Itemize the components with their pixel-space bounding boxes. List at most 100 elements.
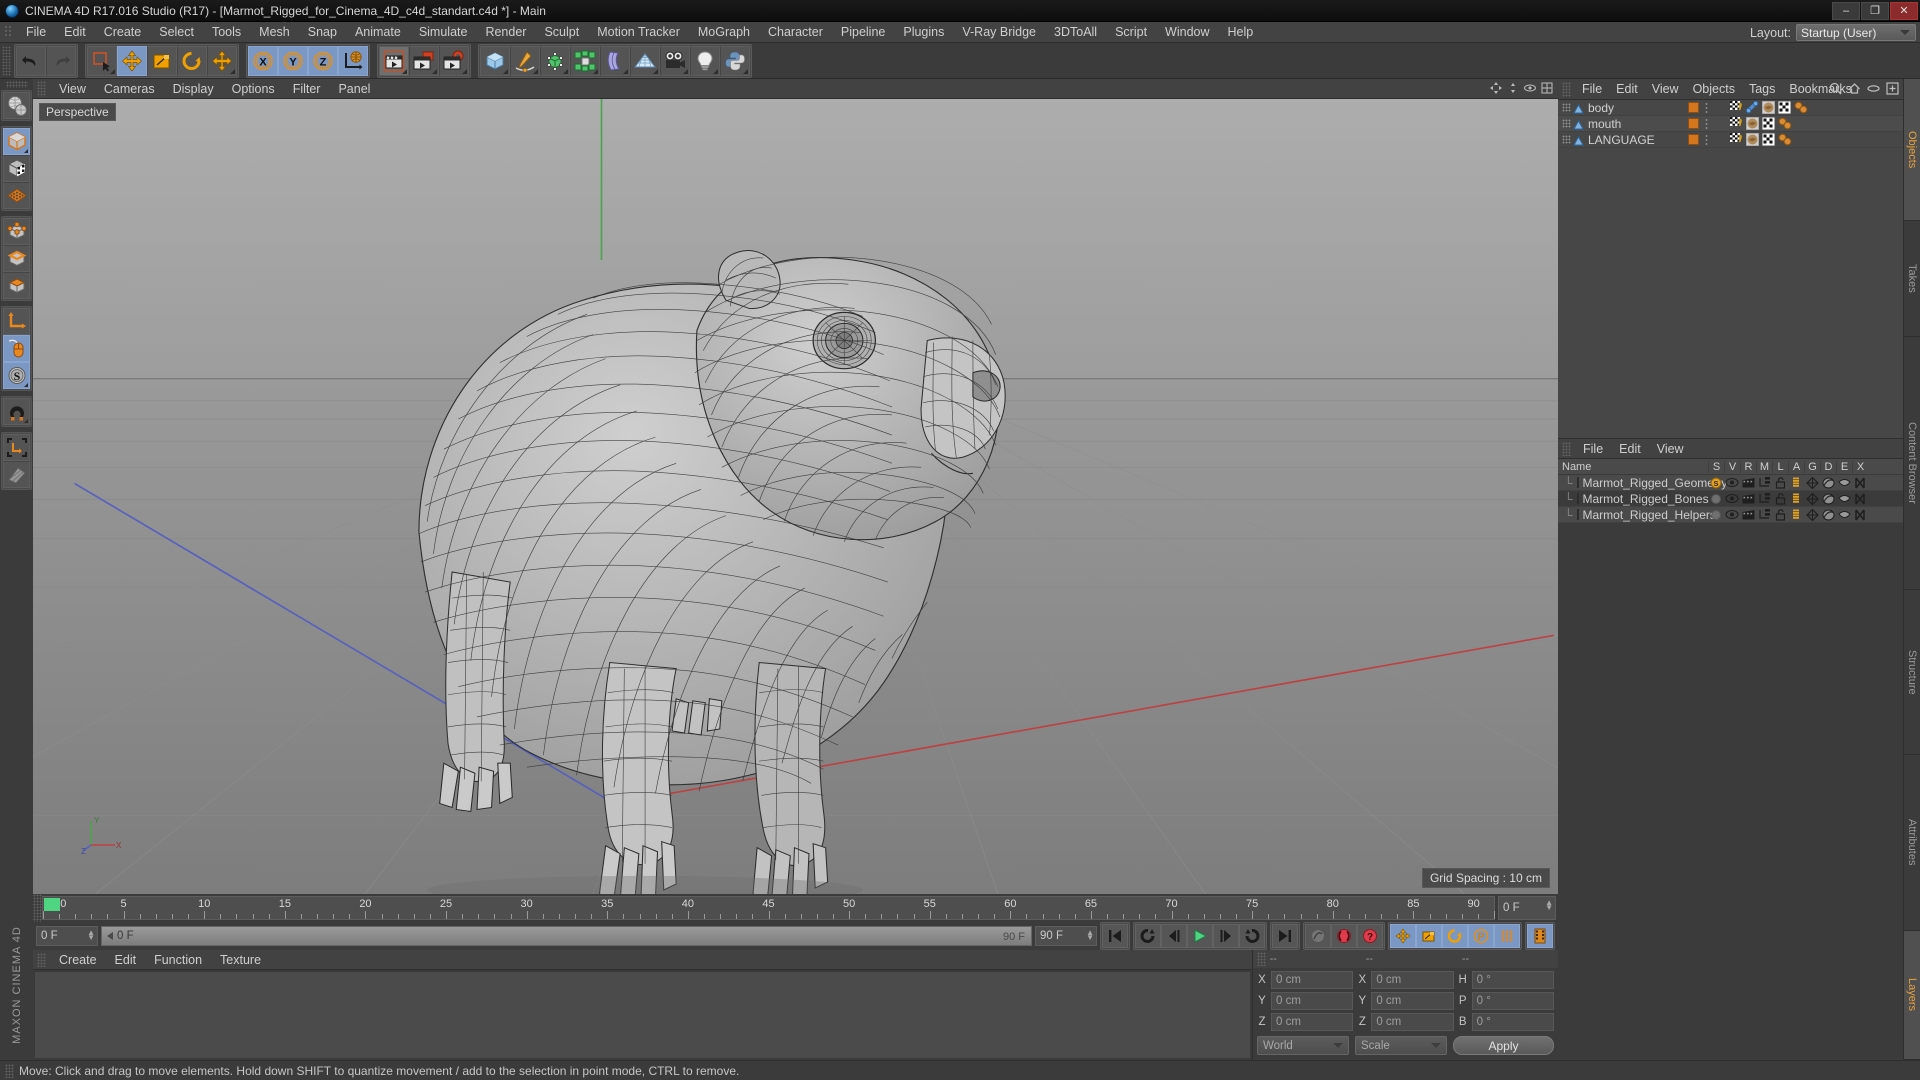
right-tab-takes[interactable]: Takes [1903,220,1920,338]
workplane-button[interactable] [3,182,30,209]
visibility-dots-icon[interactable] [1704,101,1709,114]
menu-simulate[interactable]: Simulate [410,22,477,43]
home-icon[interactable] [1848,82,1861,98]
layer-toggle-r[interactable] [1740,493,1756,504]
keyframe-selection-button[interactable]: ? [1357,924,1383,948]
layer-toggle-x[interactable] [1852,509,1868,521]
add-spline-button[interactable] [510,45,540,76]
layer-toggle-r[interactable] [1740,477,1756,488]
pos-z-input[interactable]: 0 cm [1271,1013,1354,1031]
stepper-icon[interactable]: ▲ ▼ [87,929,95,942]
lm-menu-file[interactable]: File [1575,439,1611,459]
layer-color-swatch[interactable] [1688,134,1699,145]
right-tab-objects[interactable]: Objects [1903,79,1920,221]
layer-toggle-g[interactable] [1804,508,1820,521]
stepper-icon[interactable]: ▲ ▼ [1086,929,1094,942]
search-icon[interactable] [1829,82,1842,98]
layer-toggle-r[interactable] [1740,509,1756,520]
play-button[interactable] [1187,924,1213,948]
texture-mode-button[interactable] [3,155,30,182]
layer-toggle-v[interactable] [1724,477,1740,488]
uvw-tag[interactable] [1761,116,1776,131]
layer-toggle-d[interactable] [1820,477,1836,489]
timeline-track[interactable]: 0 5 10 15 20 25 30 35 40 45 50 55 60 65 70 75 80 85 90 [42,896,1495,920]
ellipse-icon[interactable] [1867,82,1880,98]
close-button[interactable]: ✕ [1890,1,1918,20]
layer-toggle-s[interactable] [1708,493,1724,505]
object-row[interactable]: mouth [1558,116,1903,132]
menu-motion-tracker[interactable]: Motion Tracker [588,22,689,43]
record-position-button[interactable] [1390,924,1416,948]
maximize-viewport-icon[interactable] [1540,81,1554,95]
material-menu-create[interactable]: Create [50,950,106,970]
uvw-tag[interactable] [1777,100,1792,115]
menu-script[interactable]: Script [1106,22,1156,43]
perspective-viewport[interactable]: Perspective Grid Spacing : 10 cm Y X Z [33,99,1558,894]
add-array-button[interactable] [570,45,600,76]
timeline-button[interactable] [1527,924,1553,948]
texture-tag[interactable] [1761,100,1776,115]
layer-toggle-d[interactable] [1820,509,1836,521]
add-camera-button[interactable] [660,45,690,76]
powerslider[interactable]: 0 F 90 F [101,926,1032,946]
layer-color-swatch[interactable] [1688,102,1699,113]
autokey-button[interactable] [1305,924,1331,948]
points-mode-button[interactable] [3,218,30,245]
rotate-tool-button[interactable] [177,45,207,76]
add-light-button[interactable] [690,45,720,76]
layer-toggle-l[interactable] [1772,508,1788,521]
axis-z-button[interactable]: Z [308,45,338,76]
checker-flag-tag[interactable] [1730,133,1743,146]
om-menu-objects[interactable]: Objects [1686,79,1742,100]
next-keyframe-button[interactable] [1239,924,1265,948]
add-floor-button[interactable] [630,45,660,76]
om-menu-tags[interactable]: Tags [1742,79,1782,100]
object-manager-list[interactable]: body mouth LANGUAGE [1558,100,1903,438]
menu-mograph[interactable]: MoGraph [689,22,759,43]
step-back-button[interactable] [1161,924,1187,948]
python-button[interactable] [720,45,750,76]
phong-tag[interactable] [1794,101,1808,114]
layer-row[interactable]: └ Marmot_Rigged_Geometry S [1558,475,1903,491]
viewport-menu-panel[interactable]: Panel [329,79,379,99]
add-deformer-button[interactable] [600,45,630,76]
material-menu-edit[interactable]: Edit [106,950,146,970]
record-param-button[interactable]: P [1468,924,1494,948]
move-alt-button[interactable] [207,45,237,76]
visibility-dots-icon[interactable] [1704,117,1709,130]
layer-row[interactable]: └ Marmot_Rigged_Bones [1558,491,1903,507]
om-menu-view[interactable]: View [1645,79,1686,100]
menu-plugins[interactable]: Plugins [894,22,953,43]
pos-y-input[interactable]: 0 cm [1271,992,1354,1010]
bone-tag[interactable] [1745,100,1759,114]
add-cube-button[interactable] [480,45,510,76]
live-selection-button[interactable] [87,45,117,76]
rot-p-input[interactable]: 0 ° [1471,992,1554,1010]
layer-color-swatch[interactable] [1576,509,1579,520]
coordinate-system-select[interactable]: World [1257,1036,1349,1055]
apply-button[interactable]: Apply [1453,1036,1554,1055]
layer-toggle-d[interactable] [1820,493,1836,505]
undo-button[interactable] [16,45,46,76]
snap-settings-button[interactable] [3,461,30,488]
menu-pipeline[interactable]: Pipeline [832,22,894,43]
pos-x-input[interactable]: 0 cm [1271,971,1354,989]
menu-create[interactable]: Create [95,22,151,43]
stepper-icon[interactable]: ▲ ▼ [1545,899,1553,912]
timeline-frame-field[interactable]: 0 F ▲ ▼ [1498,896,1556,920]
edges-mode-button[interactable] [3,245,30,272]
material-menu-texture[interactable]: Texture [211,950,270,970]
expand-handle-icon[interactable] [1562,135,1571,144]
viewport-menu-cameras[interactable]: Cameras [95,79,164,99]
menu-vray-bridge[interactable]: V-Ray Bridge [953,22,1045,43]
menu-tools[interactable]: Tools [203,22,250,43]
layer-toggle-s[interactable] [1708,509,1724,521]
go-to-end-button[interactable] [1272,924,1298,948]
rot-b-input[interactable]: 0 ° [1471,1013,1554,1031]
maximize-button[interactable]: ❐ [1861,1,1889,20]
checker-flag-tag[interactable] [1730,101,1743,114]
add-panel-icon[interactable] [1886,82,1899,98]
phong-tag[interactable] [1778,117,1792,130]
size-x-input[interactable]: 0 cm [1371,971,1454,989]
size-z-input[interactable]: 0 cm [1371,1013,1454,1031]
